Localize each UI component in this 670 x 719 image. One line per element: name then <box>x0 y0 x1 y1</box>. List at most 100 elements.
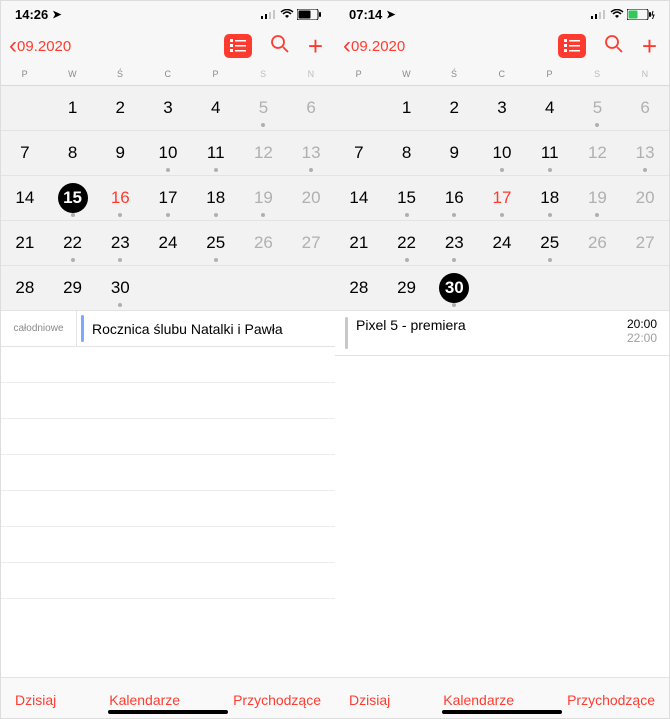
week-row: 2122 23 24252627 <box>1 221 335 266</box>
day-cell[interactable]: 21 <box>335 221 383 265</box>
day-number: 6 <box>630 93 660 123</box>
day-cell[interactable]: 23 <box>430 221 478 265</box>
incoming-button[interactable]: Przychodzące <box>233 692 321 708</box>
event-dot-icon <box>405 258 409 262</box>
add-icon[interactable]: + <box>308 33 323 59</box>
add-icon[interactable]: + <box>642 33 657 59</box>
weekday-label: C <box>144 65 192 85</box>
day-cell[interactable]: 28 <box>335 266 383 310</box>
month-label: 09.2020 <box>351 38 405 55</box>
day-cell[interactable]: 4 <box>526 86 574 130</box>
day-cell[interactable]: 12 <box>574 131 622 175</box>
list-view-toggle[interactable] <box>558 34 586 58</box>
day-cell[interactable]: 30 <box>96 266 144 310</box>
event-title: Rocznica ślubu Natalki i Pawła <box>92 311 283 346</box>
day-cell[interactable]: 7 <box>1 131 49 175</box>
status-bar: 07:14 ➤ <box>335 1 669 23</box>
day-cell[interactable]: 7 <box>335 131 383 175</box>
day-cell[interactable]: 23 <box>96 221 144 265</box>
event-dot-icon <box>118 213 122 217</box>
day-cell[interactable]: 10 <box>144 131 192 175</box>
day-cell[interactable]: 5 <box>574 86 622 130</box>
incoming-button[interactable]: Przychodzące <box>567 692 655 708</box>
today-button[interactable]: Dzisiaj <box>15 692 56 708</box>
day-cell[interactable]: 6 <box>287 86 335 130</box>
day-cell[interactable]: 30 <box>430 266 478 310</box>
search-icon[interactable] <box>270 34 290 58</box>
calendars-button[interactable]: Kalendarze <box>443 692 514 708</box>
day-cell[interactable]: 20 <box>287 176 335 220</box>
day-cell[interactable]: 11 <box>526 131 574 175</box>
day-cell[interactable]: 3 <box>478 86 526 130</box>
list-view-toggle[interactable] <box>224 34 252 58</box>
day-cell[interactable]: 13 <box>287 131 335 175</box>
day-number: 20 <box>630 183 660 213</box>
day-cell[interactable]: 28 <box>1 266 49 310</box>
day-cell[interactable]: 8 <box>49 131 97 175</box>
day-cell[interactable]: 26 <box>574 221 622 265</box>
timed-event[interactable]: Pixel 5 - premiera 20:00 22:00 <box>335 311 669 356</box>
day-cell[interactable]: 9 <box>430 131 478 175</box>
day-cell[interactable]: 25 <box>526 221 574 265</box>
day-number: 23 <box>105 228 135 258</box>
home-indicator[interactable] <box>108 710 228 714</box>
day-cell[interactable]: 29 <box>49 266 97 310</box>
day-cell[interactable]: 8 <box>383 131 431 175</box>
day-cell[interactable]: 24 <box>144 221 192 265</box>
day-cell[interactable]: 15 <box>49 176 97 220</box>
day-cell[interactable]: 17 <box>144 176 192 220</box>
event-dot-icon <box>166 213 170 217</box>
day-number: 18 <box>535 183 565 213</box>
day-cell[interactable]: 27 <box>287 221 335 265</box>
calendars-button[interactable]: Kalendarze <box>109 692 180 708</box>
day-cell[interactable]: 9 <box>96 131 144 175</box>
day-cell[interactable]: 10 <box>478 131 526 175</box>
all-day-event[interactable]: całodniowe Rocznica ślubu Natalki i Pawł… <box>1 311 335 347</box>
day-number: 9 <box>105 138 135 168</box>
weekday-label: Ś <box>430 65 478 85</box>
day-number: 5 <box>248 93 278 123</box>
back-button[interactable]: ‹ 09.2020 <box>343 34 405 58</box>
day-cell[interactable]: 25 <box>192 221 240 265</box>
day-cell[interactable]: 6 <box>621 86 669 130</box>
day-cell[interactable]: 17 <box>478 176 526 220</box>
day-cell[interactable]: 19 <box>240 176 288 220</box>
day-cell[interactable]: 22 <box>383 221 431 265</box>
day-cell[interactable]: 16 <box>96 176 144 220</box>
day-cell[interactable]: 2 <box>96 86 144 130</box>
day-cell <box>574 266 622 310</box>
day-cell[interactable]: 29 <box>383 266 431 310</box>
day-cell[interactable]: 19 <box>574 176 622 220</box>
day-cell[interactable]: 26 <box>240 221 288 265</box>
day-number <box>535 273 565 303</box>
month-label: 09.2020 <box>17 38 71 55</box>
day-cell[interactable]: 5 <box>240 86 288 130</box>
day-cell[interactable]: 27 <box>621 221 669 265</box>
back-button[interactable]: ‹ 09.2020 <box>9 34 71 58</box>
day-cell[interactable]: 14 <box>1 176 49 220</box>
day-number: 23 <box>439 228 469 258</box>
day-number: 27 <box>630 228 660 258</box>
day-cell[interactable]: 11 <box>192 131 240 175</box>
search-icon[interactable] <box>604 34 624 58</box>
day-cell[interactable]: 22 <box>49 221 97 265</box>
home-indicator[interactable] <box>442 710 562 714</box>
weekday-label: P <box>335 65 383 85</box>
day-cell[interactable]: 24 <box>478 221 526 265</box>
day-cell[interactable]: 13 <box>621 131 669 175</box>
day-cell[interactable]: 12 <box>240 131 288 175</box>
day-cell[interactable]: 1 <box>383 86 431 130</box>
day-cell[interactable]: 14 <box>335 176 383 220</box>
day-cell[interactable]: 18 <box>526 176 574 220</box>
day-cell[interactable]: 20 <box>621 176 669 220</box>
day-cell[interactable]: 18 <box>192 176 240 220</box>
day-cell[interactable]: 3 <box>144 86 192 130</box>
day-cell[interactable]: 2 <box>430 86 478 130</box>
today-button[interactable]: Dzisiaj <box>349 692 390 708</box>
day-cell[interactable]: 21 <box>1 221 49 265</box>
empty-row <box>1 563 335 599</box>
day-cell[interactable]: 1 <box>49 86 97 130</box>
day-cell[interactable]: 16 <box>430 176 478 220</box>
day-cell[interactable]: 15 <box>383 176 431 220</box>
day-cell[interactable]: 4 <box>192 86 240 130</box>
